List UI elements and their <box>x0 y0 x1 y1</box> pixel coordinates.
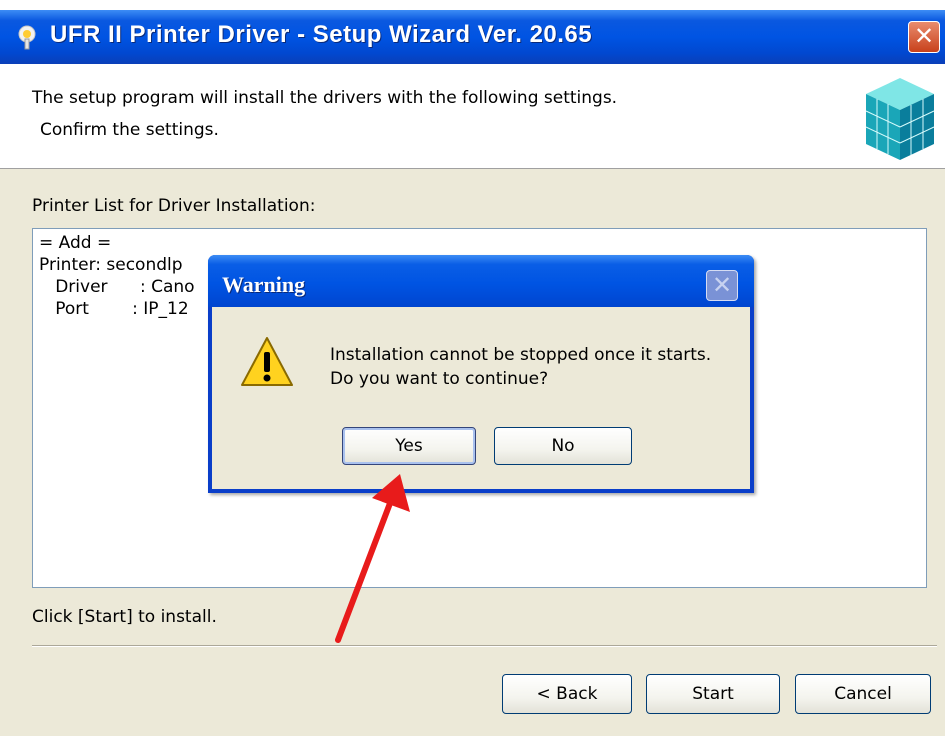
dialog-close-button[interactable]: ✕ <box>706 270 738 301</box>
cube-icon <box>865 78 935 160</box>
printer-list-label: Printer List for Driver Installation: <box>32 196 316 216</box>
printer-setup-icon <box>18 25 36 50</box>
header-pane: The setup program will install the drive… <box>0 64 945 169</box>
cancel-button[interactable]: Cancel <box>795 674 931 714</box>
warning-icon <box>241 337 293 386</box>
warning-dialog: Warning ✕ Installation cannot be stopped… <box>208 255 754 493</box>
yes-button[interactable]: Yes <box>342 427 476 465</box>
back-button[interactable]: < Back <box>502 674 632 714</box>
dialog-title: Warning <box>222 272 306 297</box>
list-line: Printer: secondlp <box>39 255 183 275</box>
list-line: Port : IP_12 <box>39 299 189 319</box>
divider <box>32 645 937 647</box>
dialog-message-line2: Do you want to continue? <box>330 369 549 389</box>
start-button[interactable]: Start <box>646 674 780 714</box>
status-text: Click [Start] to install. <box>32 607 217 627</box>
header-instruction: The setup program will install the drive… <box>32 88 618 108</box>
no-button[interactable]: No <box>494 427 632 465</box>
list-line: = Add = <box>39 233 112 253</box>
header-confirm-text: Confirm the settings. <box>40 120 219 140</box>
window-titlebar[interactable]: UFR II Printer Driver - Setup Wizard Ver… <box>0 10 945 64</box>
window-title: UFR II Printer Driver - Setup Wizard Ver… <box>50 21 593 48</box>
top-strip <box>0 0 945 10</box>
dialog-titlebar[interactable]: Warning ✕ <box>208 255 754 307</box>
dialog-message-line1: Installation cannot be stopped once it s… <box>330 345 712 365</box>
window-close-button[interactable]: ✕ <box>908 21 940 53</box>
list-line: Driver : Cano <box>39 277 195 297</box>
dialog-body: Installation cannot be stopped once it s… <box>212 307 750 489</box>
